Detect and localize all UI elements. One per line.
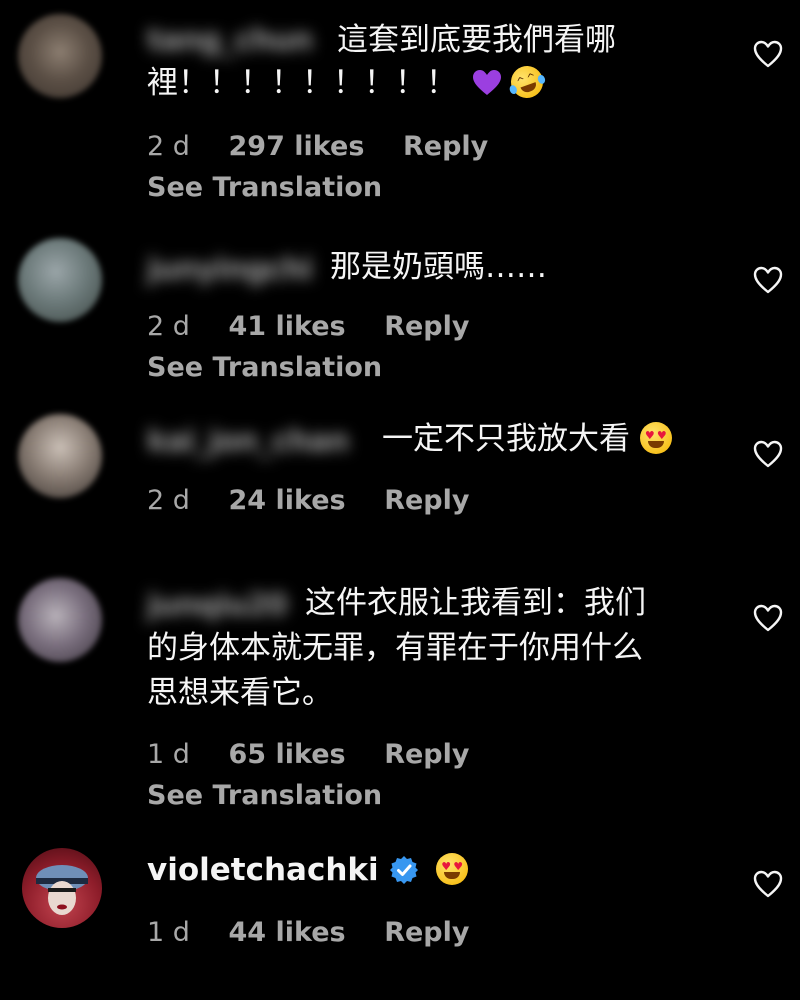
- comment-meta: 1 d 65 likes Reply: [147, 739, 470, 770]
- comment-text: 一定不只我放大看 ♥ ♥: [382, 418, 672, 461]
- reply-button[interactable]: Reply: [384, 917, 469, 948]
- comment-text-line: 那是奶頭嗎……: [330, 249, 547, 285]
- comment-text-line: 这件衣服让我看到：我们: [305, 585, 646, 621]
- reply-button[interactable]: Reply: [384, 311, 469, 342]
- reply-button[interactable]: Reply: [384, 485, 469, 516]
- comment-text-line: 思想来看它。: [147, 675, 333, 711]
- comment-meta: 2 d 41 likes Reply: [147, 311, 470, 342]
- avatar[interactable]: [18, 414, 102, 498]
- comment-time: 2 d: [147, 131, 190, 162]
- rolling-laugh-icon: ^ ^: [506, 61, 548, 103]
- comment-time: 2 d: [147, 485, 190, 516]
- avatar[interactable]: [18, 14, 102, 98]
- comment-text-line: 裡！！！！！！！！！: [147, 65, 457, 101]
- comment-time: 1 d: [147, 917, 190, 948]
- comment-text-line: 一定不只我放大看: [382, 421, 630, 457]
- comment-text: 的身体本就无罪，有罪在于你用什么: [147, 627, 643, 670]
- heart-eyes-icon: ♥ ♥: [639, 422, 672, 454]
- heart-eyes-icon: ♥ ♥: [436, 853, 469, 885]
- avatar[interactable]: [18, 238, 102, 322]
- likes-count[interactable]: 41 likes: [229, 311, 346, 342]
- comment-text: 这件衣服让我看到：我们: [305, 582, 646, 625]
- comment-meta: 2 d 297 likes Reply: [147, 131, 488, 162]
- comment-text: 那是奶頭嗎……: [330, 246, 547, 289]
- likes-count[interactable]: 297 likes: [229, 131, 365, 162]
- like-heart-icon[interactable]: [753, 440, 783, 468]
- username[interactable]: junyingchi: [147, 252, 313, 287]
- comment-meta: 2 d 24 likes Reply: [147, 485, 470, 516]
- like-heart-icon[interactable]: [753, 870, 783, 898]
- avatar[interactable]: [22, 848, 102, 928]
- like-heart-icon[interactable]: [753, 604, 783, 632]
- see-translation-link[interactable]: See Translation: [147, 172, 382, 203]
- likes-count[interactable]: 24 likes: [229, 485, 346, 516]
- comment-text: 思想来看它。: [147, 672, 333, 715]
- see-translation-link[interactable]: See Translation: [147, 780, 382, 811]
- likes-count[interactable]: 65 likes: [229, 739, 346, 770]
- comment-text-line: 這套到底要我們看哪: [337, 22, 616, 58]
- avatar[interactable]: [18, 578, 102, 662]
- username[interactable]: tang_chun: [147, 23, 313, 58]
- comment-time: 2 d: [147, 311, 190, 342]
- comment-text-line: 的身体本就无罪，有罪在于你用什么: [147, 630, 643, 666]
- comment-text: 裡！！！！！！！！！ ^ ^: [147, 61, 548, 105]
- see-translation-link[interactable]: See Translation: [147, 352, 382, 383]
- like-heart-icon[interactable]: [753, 266, 783, 294]
- reply-button[interactable]: Reply: [403, 131, 488, 162]
- comment-time: 1 d: [147, 739, 190, 770]
- reply-button[interactable]: Reply: [384, 739, 469, 770]
- like-heart-icon[interactable]: [753, 40, 783, 68]
- username[interactable]: junqiu20: [147, 588, 288, 623]
- comment-meta: 1 d 44 likes Reply: [147, 917, 470, 948]
- username[interactable]: kai_jon_chan: [147, 424, 349, 459]
- likes-count[interactable]: 44 likes: [229, 917, 346, 948]
- verified-badge-icon: [389, 855, 419, 885]
- comment-text: 這套到底要我們看哪: [337, 19, 616, 62]
- purple-heart-icon: [472, 65, 501, 95]
- username[interactable]: violetchachki ♥ ♥: [147, 852, 469, 888]
- username-text[interactable]: violetchachki: [147, 852, 379, 888]
